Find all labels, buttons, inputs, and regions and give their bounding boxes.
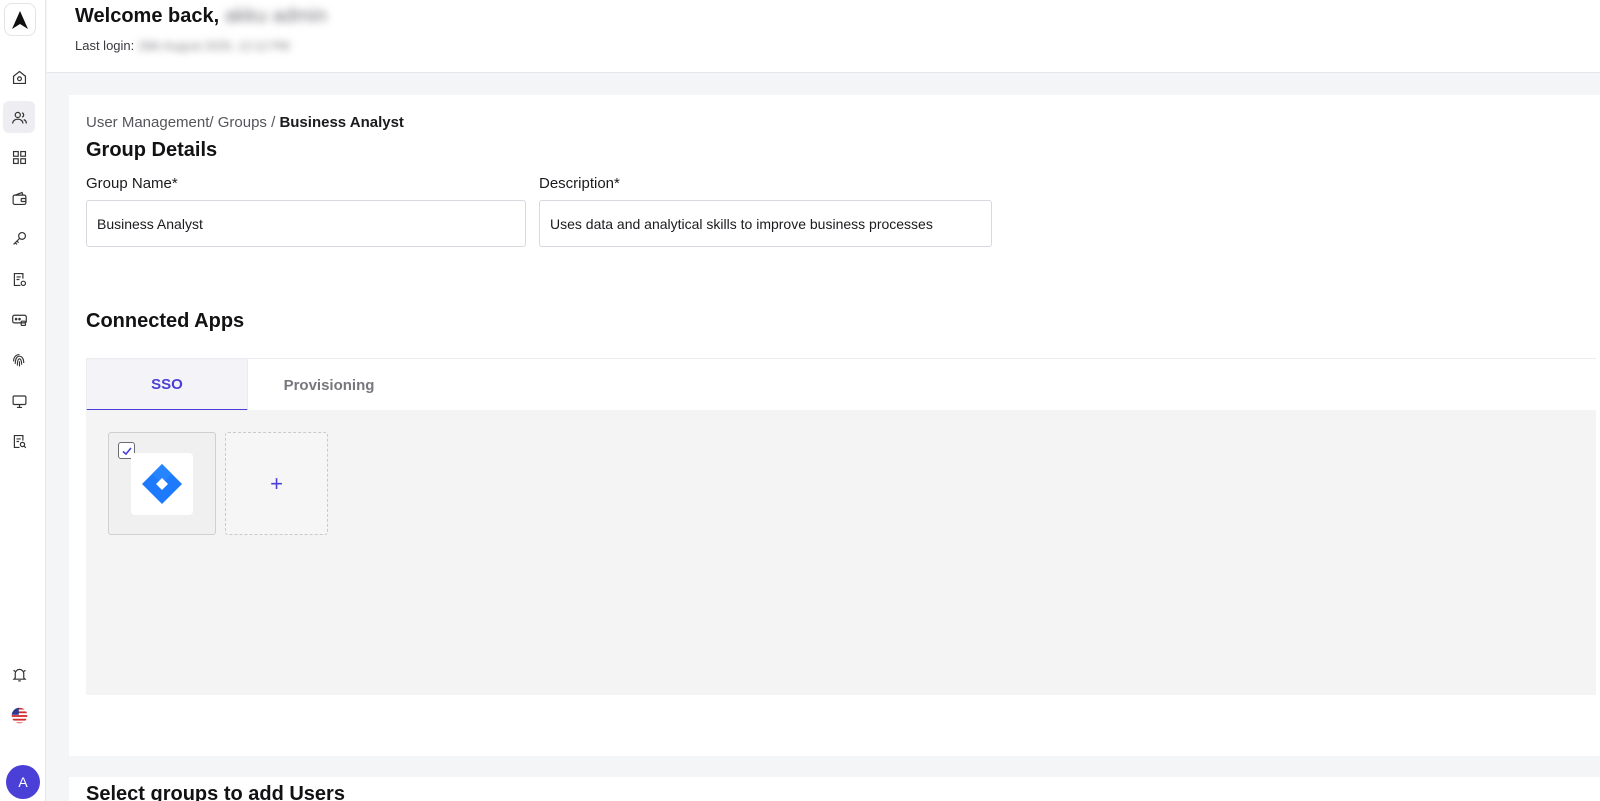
sidebar: A — [0, 0, 46, 801]
bell-icon[interactable] — [3, 658, 35, 690]
key-icon[interactable] — [3, 222, 35, 254]
group-name-field[interactable] — [86, 200, 526, 247]
breadcrumb-current: Business Analyst — [279, 114, 404, 131]
last-login: Last login: 28th August 2025, 12:12 PM — [75, 38, 289, 53]
document-settings-icon[interactable] — [3, 263, 35, 295]
add-app-button[interactable]: + — [225, 432, 328, 535]
last-login-value: 28th August 2025, 12:12 PM — [137, 39, 290, 53]
arrow-logo-icon[interactable] — [4, 3, 36, 36]
tab-provisioning[interactable]: Provisioning — [248, 359, 410, 411]
password-icon[interactable] — [3, 303, 35, 335]
select-groups-card: Select groups to add Users — [69, 777, 1600, 801]
monitor-icon[interactable] — [3, 385, 35, 417]
select-groups-title: Select groups to add Users — [86, 783, 345, 801]
connected-apps-card: Connected Apps SSO Provisioning + — [69, 267, 1600, 756]
home-icon[interactable] — [3, 61, 35, 93]
wallet-icon[interactable] — [3, 182, 35, 214]
fingerprint-icon[interactable] — [3, 344, 35, 376]
app-tile-jira[interactable] — [108, 432, 216, 535]
group-details-title: Group Details — [86, 139, 218, 161]
grid-icon[interactable] — [3, 141, 35, 173]
users-icon[interactable] — [3, 101, 35, 133]
last-login-label: Last login: — [75, 38, 135, 53]
description-label: Description* — [539, 175, 620, 192]
document-search-icon[interactable] — [3, 425, 35, 457]
group-name-label: Group Name* — [86, 175, 178, 192]
header: Welcome back, akku admin Last login: 28t… — [47, 0, 1600, 73]
avatar[interactable]: A — [6, 765, 40, 799]
connected-apps-tabs: SSO Provisioning — [86, 358, 1596, 411]
group-details-card: User Management/ Groups / Business Analy… — [69, 95, 1600, 274]
us-flag-icon[interactable] — [3, 699, 35, 731]
apps-grid: + — [86, 410, 1596, 695]
breadcrumb-parent[interactable]: User Management/ Groups / — [86, 114, 275, 131]
user-name: akku admin — [224, 5, 327, 27]
description-field[interactable] — [539, 200, 992, 247]
welcome-prefix: Welcome back, — [75, 5, 220, 27]
breadcrumb: User Management/ Groups / Business Analy… — [86, 114, 404, 131]
jira-icon — [131, 453, 193, 515]
tab-sso[interactable]: SSO — [86, 359, 248, 411]
welcome-message: Welcome back, akku admin — [75, 5, 327, 28]
connected-apps-title: Connected Apps — [86, 310, 245, 332]
